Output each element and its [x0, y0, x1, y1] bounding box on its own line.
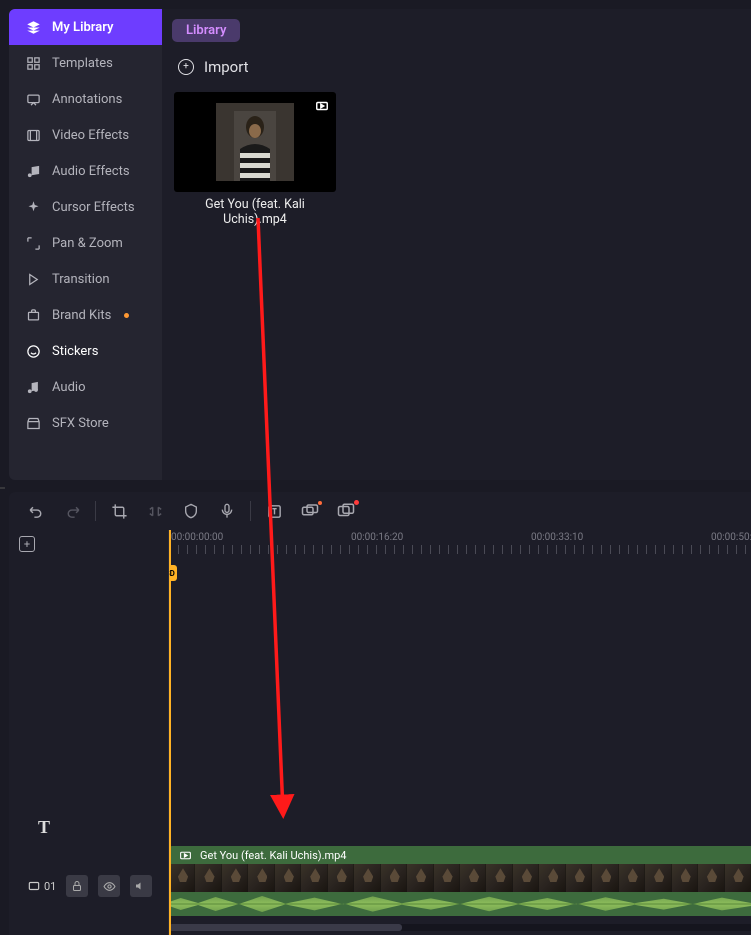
- time-ruler[interactable]: 00:00:00:00 00:00:16:20 00:00:33:10 00:0…: [169, 530, 751, 554]
- video-badge-icon: [315, 99, 329, 113]
- track-header-panel: + T 01: [9, 530, 169, 935]
- ruler-tick: 00:00:00:00: [171, 532, 223, 543]
- sidebar-label: Annotations: [52, 92, 122, 107]
- ruler-tick: 00:00:16:20: [351, 532, 403, 543]
- timeline-toolbar: [9, 492, 751, 530]
- media-filename: Get You (feat. Kali Uchis).mp4: [174, 192, 336, 227]
- mic-button[interactable]: [218, 502, 236, 520]
- sidebar-item-templates[interactable]: Templates: [9, 45, 162, 81]
- sidebar-item-cursor-effects[interactable]: Cursor Effects: [9, 189, 162, 225]
- tab-bar: Library: [162, 9, 751, 42]
- shield-button[interactable]: [182, 502, 200, 520]
- mute-track-button[interactable]: [130, 875, 152, 897]
- horizontal-scrollbar[interactable]: [169, 924, 751, 931]
- record-dot-icon: [354, 500, 359, 505]
- sidebar-label: Audio: [52, 380, 85, 395]
- sidebar-label: Video Effects: [52, 128, 129, 143]
- panzoom-icon: [25, 235, 41, 251]
- sidebar-item-audio-effects[interactable]: Audio Effects: [9, 153, 162, 189]
- lock-track-button[interactable]: [66, 875, 88, 897]
- clip-name: Get You (feat. Kali Uchis).mp4: [200, 849, 346, 862]
- playhead-handle[interactable]: 3D: [169, 565, 177, 581]
- sidebar-label: Transition: [52, 272, 110, 287]
- sidebar-item-annotations[interactable]: Annotations: [9, 81, 162, 117]
- sidebar-label: My Library: [52, 20, 113, 35]
- sidebar-item-audio[interactable]: Audio: [9, 369, 162, 405]
- sidebar-item-sfx-store[interactable]: SFX Store: [9, 405, 162, 441]
- note-icon: [25, 163, 41, 179]
- playhead[interactable]: 3D: [169, 530, 171, 935]
- library-panel: Library + Import: [162, 9, 751, 480]
- tab-library[interactable]: Library: [172, 19, 240, 42]
- sidebar-item-stickers[interactable]: Stickers: [9, 333, 162, 369]
- separator: [250, 501, 251, 521]
- import-button[interactable]: + Import: [162, 42, 751, 92]
- transition-icon: [25, 271, 41, 287]
- clip-header[interactable]: Get You (feat. Kali Uchis).mp4: [169, 846, 751, 864]
- redo-button[interactable]: [63, 502, 81, 520]
- scrollbar-thumb[interactable]: [169, 924, 402, 931]
- sidebar-item-my-library[interactable]: My Library: [9, 9, 162, 45]
- sidebar-label: Brand Kits: [52, 308, 111, 323]
- layers-icon: [25, 19, 41, 35]
- sidebar-label: Stickers: [52, 344, 98, 359]
- clip-video-track[interactable]: [169, 864, 751, 892]
- sidebar: My Library Templates Annotations Video E…: [9, 9, 162, 480]
- sidebar-item-pan-zoom[interactable]: Pan & Zoom: [9, 225, 162, 261]
- resize-handle[interactable]: ═: [0, 484, 4, 492]
- video-icon: [179, 849, 192, 862]
- add-track-button[interactable]: +: [19, 536, 35, 552]
- sidebar-label: Audio Effects: [52, 164, 130, 179]
- track-number: 01: [27, 879, 56, 893]
- sidebar-label: SFX Store: [52, 416, 109, 431]
- timeline-tracks[interactable]: 00:00:00:00 00:00:16:20 00:00:33:10 00:0…: [169, 530, 751, 935]
- smiley-icon: [25, 343, 41, 359]
- captions-button[interactable]: [301, 502, 319, 520]
- new-dot-icon: [124, 313, 129, 318]
- text-button[interactable]: [265, 502, 283, 520]
- briefcase-icon: [25, 307, 41, 323]
- film-icon: [25, 127, 41, 143]
- store-icon: [25, 415, 41, 431]
- notification-dot-icon: [318, 501, 322, 505]
- screen-record-button[interactable]: [337, 502, 355, 520]
- timeline: + T 01 00:00:00:00 0: [9, 492, 751, 935]
- clip-audio-track[interactable]: [169, 892, 751, 916]
- ruler-tick: 00:00:50:0: [711, 532, 751, 543]
- split-button[interactable]: [146, 502, 164, 520]
- media-thumbnail[interactable]: [174, 92, 336, 192]
- sidebar-label: Templates: [52, 56, 113, 71]
- separator: [95, 501, 96, 521]
- ruler-tick: 00:00:33:10: [531, 532, 583, 543]
- import-label: Import: [204, 58, 249, 76]
- sidebar-label: Pan & Zoom: [52, 236, 123, 251]
- plus-circle-icon: +: [178, 59, 194, 75]
- crop-button[interactable]: [110, 502, 128, 520]
- sidebar-label: Cursor Effects: [52, 200, 135, 215]
- sidebar-item-brand-kits[interactable]: Brand Kits: [9, 297, 162, 333]
- sparkle-icon: [25, 199, 41, 215]
- thumbnail-image: [216, 103, 294, 181]
- comment-icon: [25, 91, 41, 107]
- sidebar-item-video-effects[interactable]: Video Effects: [9, 117, 162, 153]
- sidebar-item-transition[interactable]: Transition: [9, 261, 162, 297]
- undo-button[interactable]: [27, 502, 45, 520]
- visibility-track-button[interactable]: [98, 875, 120, 897]
- music-icon: [25, 379, 41, 395]
- text-track-icon[interactable]: T: [38, 817, 58, 837]
- grid-icon: [25, 55, 41, 71]
- ruler-marks: [169, 545, 751, 554]
